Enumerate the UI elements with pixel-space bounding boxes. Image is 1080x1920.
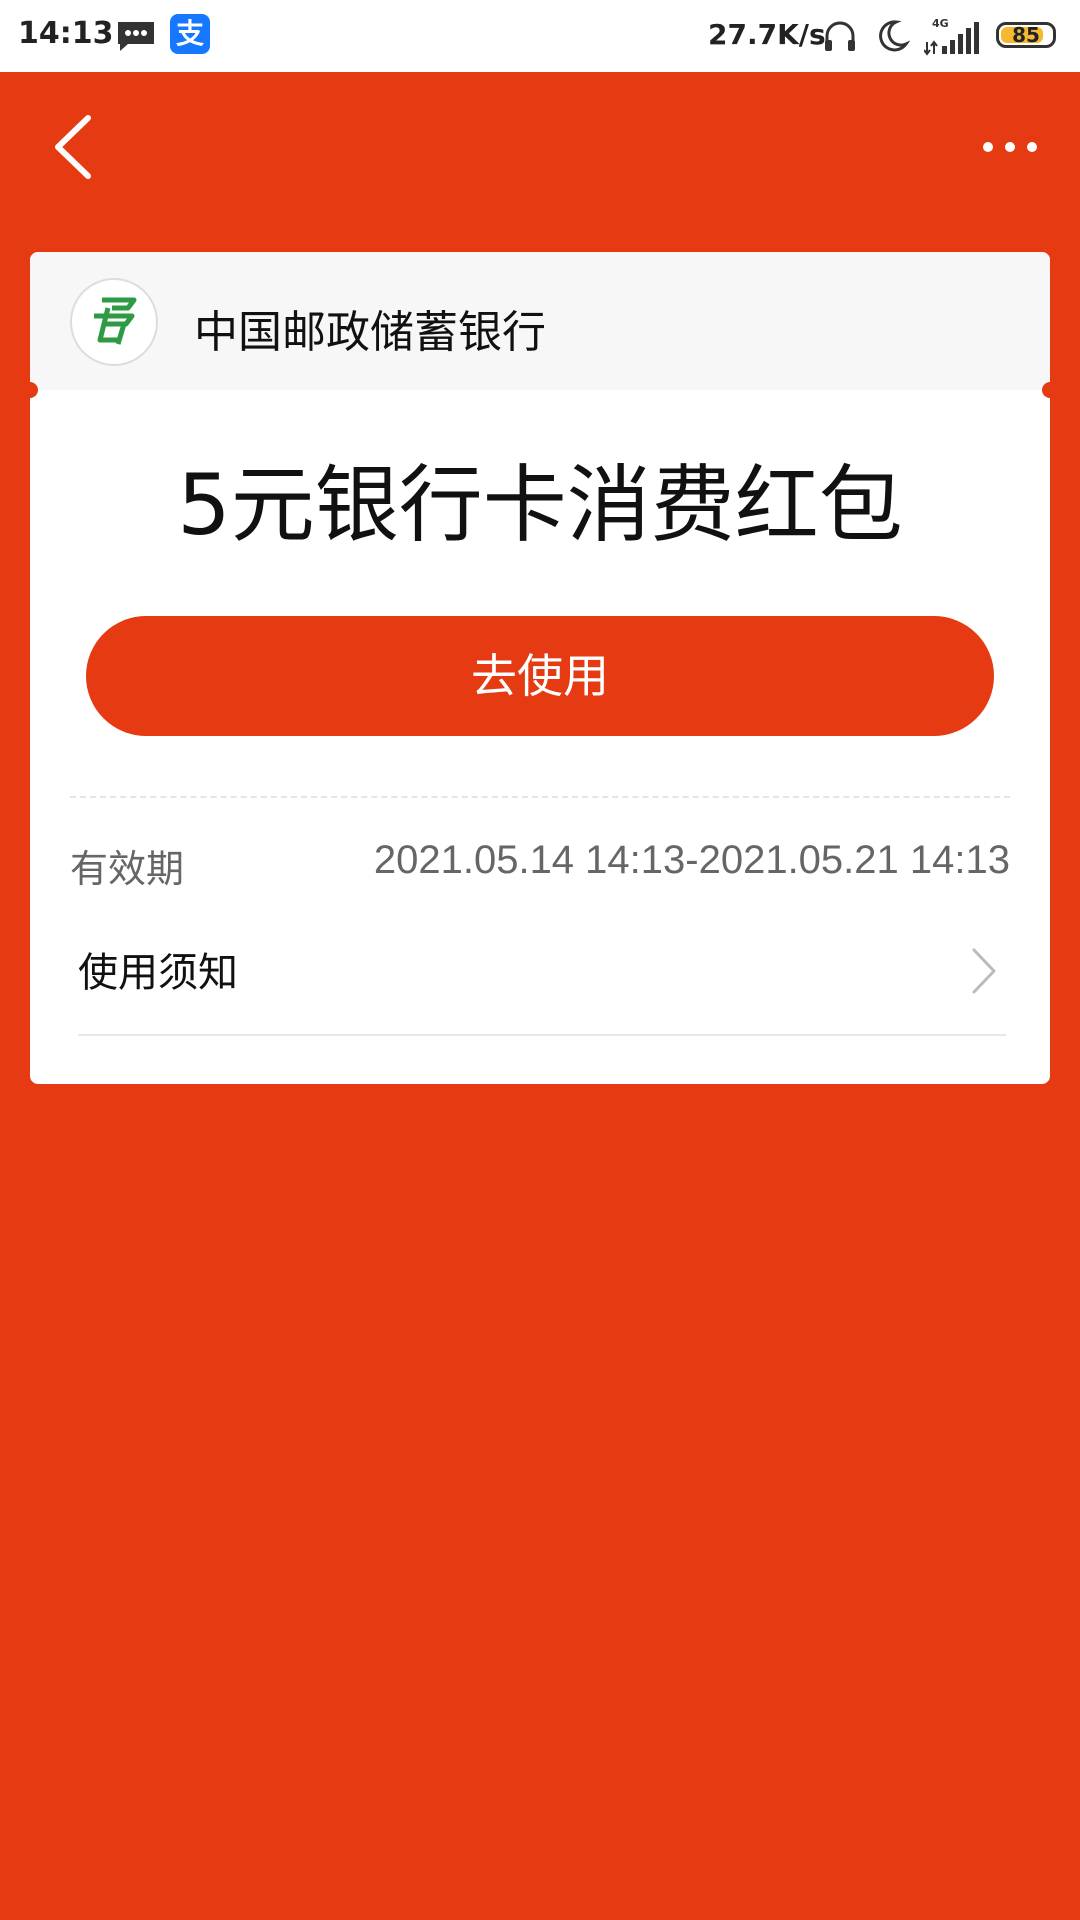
solid-divider xyxy=(78,1034,1006,1036)
back-button[interactable] xyxy=(48,112,98,182)
card-header: 中国邮政储蓄银行 xyxy=(30,252,1050,390)
card-notch-right xyxy=(1042,382,1058,398)
more-button[interactable] xyxy=(980,132,1040,162)
coupon-card: 中国邮政储蓄银行 5元银行卡消费红包 去使用 有效期 2021.05.14 14… xyxy=(22,252,1058,1084)
coupon-title: 5元银行卡消费红包 xyxy=(177,456,903,554)
validity-label: 有效期 xyxy=(70,847,185,891)
dashed-divider xyxy=(70,796,1010,798)
bank-name: 中国邮政储蓄银行 xyxy=(194,307,546,358)
postal-bank-logo-mark xyxy=(94,297,137,345)
headphone-icon xyxy=(825,21,855,51)
network-speed: 27.7K/s xyxy=(708,18,826,51)
moon-icon xyxy=(879,20,910,52)
status-time: 14:13 xyxy=(18,16,114,51)
usage-notice-label: 使用须知 xyxy=(78,950,238,996)
card-notch-left xyxy=(22,382,38,398)
nav-bar xyxy=(0,72,1080,222)
status-bar: 14:13 支 27.7K/s 4G 85 xyxy=(0,0,1080,72)
message-icon xyxy=(118,22,154,51)
usage-notice-row[interactable]: 使用须知 xyxy=(78,920,998,1024)
battery-icon: 85 xyxy=(996,22,1056,48)
network-type: 4G xyxy=(932,17,949,30)
battery-level: 85 xyxy=(1012,23,1040,47)
postal-bank-logo xyxy=(70,278,158,366)
use-coupon-button[interactable]: 去使用 xyxy=(86,616,994,736)
chevron-right-icon xyxy=(972,948,996,994)
alipay-icon: 支 xyxy=(170,14,210,54)
validity-value: 2021.05.14 14:13-2021.05.21 14:13 xyxy=(373,838,1010,882)
signal-icon: 4G xyxy=(924,17,979,56)
